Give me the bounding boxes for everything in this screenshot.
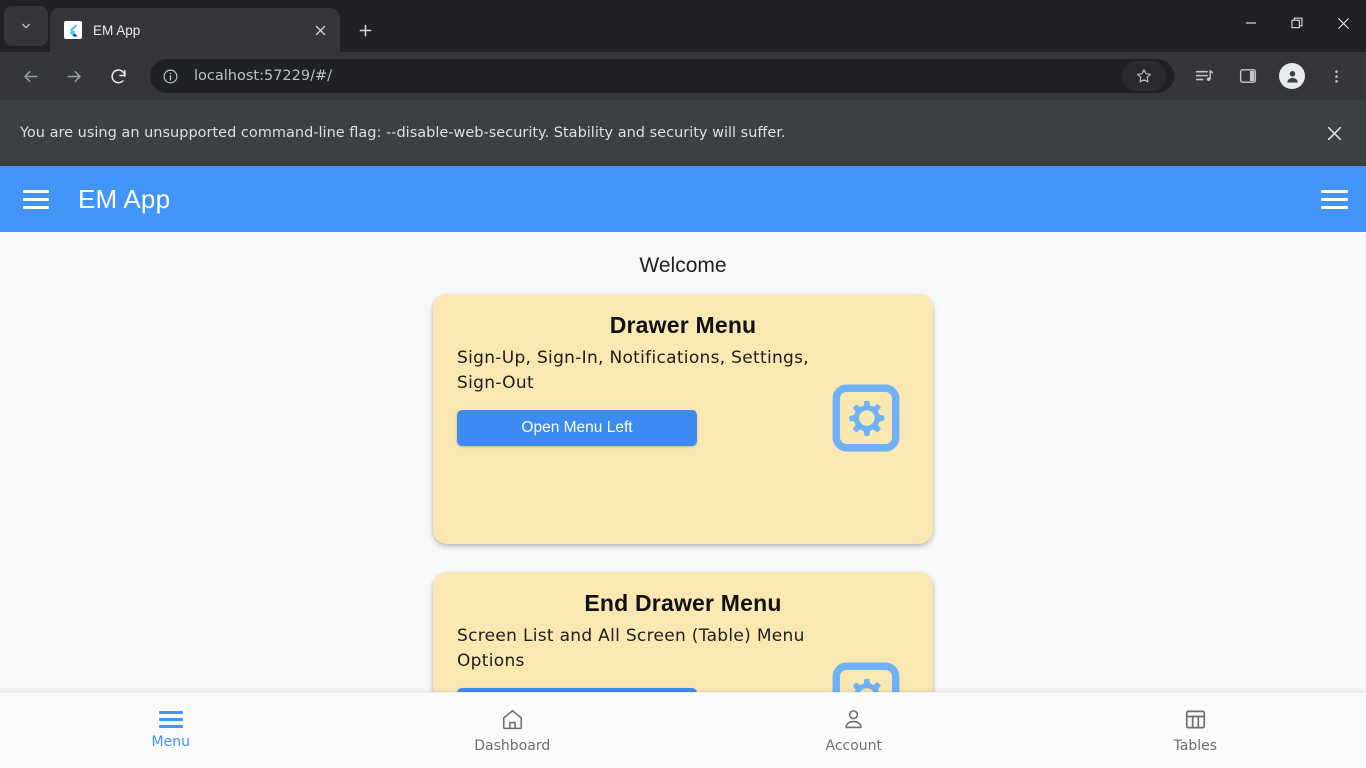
end-drawer-hamburger-menu-icon[interactable]: [1316, 181, 1352, 217]
arrow-right-icon: [66, 70, 81, 82]
drawer-menu-card: Drawer Menu Sign-Up, Sign-In, Notificati…: [433, 294, 933, 544]
hamburger-menu-icon: [158, 711, 183, 728]
window-minimize-button[interactable]: [1228, 0, 1274, 46]
close-icon: [315, 25, 325, 35]
card-title: Drawer Menu: [609, 312, 757, 338]
bottom-nav-label: Menu: [151, 734, 190, 750]
card-text-column: Sign-Up, Sign-In, Notifications, Setting…: [457, 346, 823, 446]
chevron-down-icon: [21, 23, 30, 29]
flutter-logo-icon: [64, 21, 82, 39]
window-controls: [1228, 0, 1366, 46]
new-tab-button[interactable]: [348, 13, 382, 47]
app-bar: EM App: [0, 166, 1366, 232]
url-text[interactable]: localhost:57229/#/: [194, 68, 1122, 84]
close-icon: [1337, 17, 1349, 29]
tab-close-button[interactable]: [308, 18, 332, 42]
address-bar[interactable]: localhost:57229/#/: [150, 59, 1174, 93]
open-menu-left-button[interactable]: Open Menu Left: [457, 409, 697, 446]
card-body: Sign-Up, Sign-In, Notifications, Setting…: [457, 346, 909, 454]
end-drawer-menu-card: End Drawer Menu Screen List and All Scre…: [433, 572, 933, 692]
reload-button[interactable]: [102, 60, 134, 92]
bottom-nav-item-menu[interactable]: Menu: [0, 693, 342, 768]
settings-applications-icon: [832, 662, 900, 692]
bookmark-button[interactable]: [1122, 61, 1166, 91]
bottom-nav-item-dashboard[interactable]: Dashboard: [342, 693, 684, 768]
profile-avatar-icon: [1279, 63, 1305, 89]
page-title: Welcome: [639, 254, 727, 277]
bottom-nav-item-tables[interactable]: Tables: [1025, 693, 1366, 768]
command-line-flag-notice: You are using an unsupported command-lin…: [0, 100, 1366, 166]
close-icon: [1327, 126, 1341, 140]
media-control-button[interactable]: [1188, 60, 1220, 92]
card-list: Drawer Menu Sign-Up, Sign-In, Notificati…: [0, 294, 1366, 692]
bottom-nav-label: Account: [825, 738, 883, 754]
forward-button[interactable]: [58, 60, 90, 92]
window-close-button[interactable]: [1320, 0, 1366, 46]
page-content: Welcome Drawer Menu Sign-Up, Sign-In, No…: [0, 232, 1366, 692]
person-icon: [845, 710, 862, 729]
browser-menu-button[interactable]: [1320, 60, 1352, 92]
tab-title: EM App: [93, 22, 141, 38]
media-playlist-icon: [1195, 69, 1213, 81]
star-icon: [1137, 69, 1151, 83]
card-subtitle: Screen List and All Screen (Table) Menu …: [457, 626, 805, 671]
three-dot-menu-icon: [1334, 69, 1338, 83]
bottom-nav-item-account[interactable]: Account: [683, 693, 1025, 768]
hamburger-menu-icon[interactable]: [18, 181, 54, 217]
browser-toolbar: localhost:57229/#/: [0, 52, 1366, 100]
reload-icon: [110, 68, 126, 83]
restore-icon: [1290, 17, 1302, 28]
tab-search-button[interactable]: [4, 6, 48, 46]
browser-window: EM App localhost:57229/#/ You are using …: [0, 0, 1366, 768]
table-grid-icon: [1185, 710, 1205, 729]
site-info-button[interactable]: [156, 62, 184, 90]
flag-notice-close-button[interactable]: [1318, 117, 1350, 149]
back-button[interactable]: [14, 60, 46, 92]
plus-icon: [359, 24, 371, 36]
profile-button[interactable]: [1276, 60, 1308, 92]
app-bar-left: EM App: [18, 181, 170, 217]
card-icon-column: [823, 624, 909, 692]
browser-tab[interactable]: EM App: [50, 8, 340, 52]
flag-notice-text: You are using an unsupported command-lin…: [20, 125, 786, 141]
bottom-nav-label: Tables: [1173, 738, 1218, 754]
card-text-column: Screen List and All Screen (Table) Menu …: [457, 624, 823, 692]
settings-applications-icon: [832, 384, 900, 452]
info-circle-icon: [163, 69, 177, 83]
tab-strip: EM App: [0, 0, 1366, 52]
side-panel-icon: [1239, 69, 1257, 83]
card-subtitle: Sign-Up, Sign-In, Notifications, Setting…: [457, 348, 810, 393]
card-body: Screen List and All Screen (Table) Menu …: [457, 624, 909, 692]
arrow-left-icon: [23, 70, 38, 82]
home-icon: [502, 709, 522, 730]
card-icon-column: [823, 346, 909, 454]
side-panel-button[interactable]: [1232, 60, 1264, 92]
app-title: EM App: [78, 183, 171, 214]
bottom-navigation-bar: Menu Dashboard Account Tables: [0, 692, 1366, 768]
card-title: End Drawer Menu: [584, 590, 782, 616]
page-viewport: EM App Welcome Drawer Menu Sign-Up, Sign…: [0, 166, 1366, 768]
window-maximize-button[interactable]: [1274, 0, 1320, 46]
bottom-nav-label: Dashboard: [474, 738, 551, 754]
minimize-icon: [1246, 22, 1256, 24]
